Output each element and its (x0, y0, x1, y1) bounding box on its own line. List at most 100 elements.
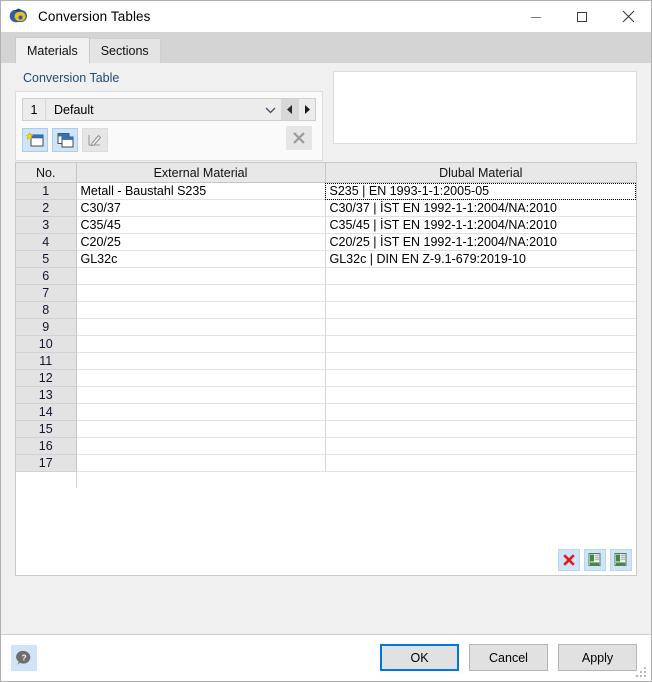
external-material-cell[interactable] (76, 352, 326, 370)
dlubal-material-cell[interactable]: C30/37 | İST EN 1992-1-1:2004/NA:2010 (325, 199, 636, 217)
row-number-cell[interactable]: 5 (16, 250, 77, 268)
table-row[interactable]: 7 (16, 284, 636, 302)
table-row[interactable]: 17 (16, 454, 636, 472)
column-header-no[interactable]: No. (16, 163, 77, 183)
external-material-cell[interactable]: GL32c (76, 250, 326, 268)
row-number-cell[interactable]: 7 (16, 284, 77, 302)
external-material-cell[interactable]: C20/25 (76, 233, 326, 251)
dlubal-material-cell[interactable] (325, 267, 636, 285)
dlubal-material-cell[interactable] (325, 437, 636, 455)
new-table-button[interactable] (22, 128, 48, 152)
export-excel-button[interactable] (610, 549, 632, 571)
row-number-cell[interactable]: 4 (16, 233, 77, 251)
table-row[interactable]: 8 (16, 301, 636, 319)
dlubal-material-cell[interactable] (325, 454, 636, 472)
table-row[interactable]: 15 (16, 420, 636, 438)
table-row[interactable]: 10 (16, 335, 636, 353)
close-button[interactable] (605, 1, 651, 32)
row-number-cell[interactable]: 16 (16, 437, 77, 455)
external-material-cell[interactable]: C30/37 (76, 199, 326, 217)
row-number-cell[interactable]: 15 (16, 420, 77, 438)
row-number-cell[interactable]: 17 (16, 454, 77, 472)
table-row[interactable]: 2 C30/37 C30/37 | İST EN 1992-1-1:2004/NA:… (16, 199, 636, 217)
row-number-cell[interactable]: 8 (16, 301, 77, 319)
row-number-cell[interactable]: 12 (16, 369, 77, 387)
dlubal-material-cell[interactable]: GL32c | DIN EN Z-9.1-679:2019-10 (325, 250, 636, 268)
table-row[interactable]: 6 (16, 267, 636, 285)
row-number-cell[interactable]: 6 (16, 267, 77, 285)
dlubal-material-cell[interactable] (325, 301, 636, 319)
row-number-cell[interactable]: 2 (16, 199, 77, 217)
grid-toolbar (558, 549, 632, 571)
dlubal-material-cell[interactable] (325, 352, 636, 370)
chevron-down-icon[interactable] (259, 99, 281, 120)
row-number-cell[interactable]: 10 (16, 335, 77, 353)
external-material-cell[interactable] (76, 386, 326, 404)
dlubal-material-cell[interactable] (325, 420, 636, 438)
previous-table-button[interactable] (281, 99, 298, 120)
table-row[interactable]: 12 (16, 369, 636, 387)
table-row[interactable]: 14 (16, 403, 636, 421)
conversion-table-group: Conversion Table 1 Default (15, 71, 323, 161)
apply-button[interactable]: Apply (558, 644, 637, 671)
external-material-cell[interactable] (76, 437, 326, 455)
help-button[interactable]: ? (11, 645, 37, 671)
table-row[interactable]: 5 GL32c GL32c | DIN EN Z-9.1-679:2019-10 (16, 250, 636, 268)
dlubal-material-cell[interactable]: S235 | EN 1993-1-1:2005-05 (325, 182, 636, 200)
table-row[interactable]: 4 C20/25 C20/25 | İST EN 1992-1-1:2004/NA:… (16, 233, 636, 251)
external-material-cell[interactable] (76, 454, 326, 472)
table-row[interactable]: 3 C35/45 C35/45 | İST EN 1992-1-1:2004/NA:… (16, 216, 636, 234)
copy-table-button[interactable] (52, 128, 78, 152)
delete-row-button[interactable] (558, 549, 580, 571)
materials-grid: No. External Material Dlubal Material 1M… (16, 163, 636, 488)
window-controls (513, 1, 651, 32)
external-material-cell[interactable]: Metall - Baustahl S235 (76, 182, 326, 200)
maximize-button[interactable] (559, 1, 605, 32)
column-header-dlubal-material[interactable]: Dlubal Material (325, 163, 636, 183)
external-material-cell[interactable] (76, 301, 326, 319)
row-number-cell[interactable]: 3 (16, 216, 77, 234)
row-number-cell[interactable]: 14 (16, 403, 77, 421)
row-number-cell[interactable]: 1 (16, 182, 77, 200)
conversion-table-toolbar (22, 126, 316, 154)
ok-button[interactable]: OK (380, 644, 459, 671)
tab-sections[interactable]: Sections (88, 38, 161, 63)
row-number-cell[interactable]: 11 (16, 352, 77, 370)
table-header-row: No. External Material Dlubal Material (16, 163, 636, 183)
dlubal-material-cell[interactable] (325, 386, 636, 404)
conversion-table-combobox[interactable]: 1 Default (22, 98, 316, 121)
column-header-external-material[interactable]: External Material (76, 163, 326, 183)
external-material-cell[interactable] (76, 335, 326, 353)
table-row[interactable]: 9 (16, 318, 636, 336)
dlubal-material-cell[interactable]: C35/45 | İST EN 1992-1-1:2004/NA:2010 (325, 216, 636, 234)
cancel-button[interactable]: Cancel (469, 644, 548, 671)
external-material-cell[interactable]: C35/45 (76, 216, 326, 234)
resize-grip[interactable] (636, 667, 648, 679)
row-number-cell[interactable]: 13 (16, 386, 77, 404)
external-material-cell[interactable] (76, 369, 326, 387)
table-row[interactable]: 1 Metall - Baustahl S235 S235 | EN 1993-1-… (16, 182, 636, 200)
minimize-button[interactable] (513, 1, 559, 32)
next-table-button[interactable] (298, 99, 315, 120)
external-material-cell[interactable] (76, 318, 326, 336)
table-row[interactable]: 11 (16, 352, 636, 370)
tab-materials[interactable]: Materials (15, 37, 90, 63)
dialog-footer: ? OK Cancel Apply (1, 634, 651, 681)
materials-table[interactable]: No. External Material Dlubal Material 1M… (15, 162, 637, 576)
dlubal-material-cell[interactable] (325, 318, 636, 336)
external-material-cell[interactable] (76, 267, 326, 285)
import-excel-button[interactable] (584, 549, 606, 571)
external-material-cell[interactable] (76, 403, 326, 421)
table-row[interactable]: 16 (16, 437, 636, 455)
conversion-table-selected-value[interactable]: Default (46, 99, 259, 120)
dlubal-material-cell[interactable] (325, 335, 636, 353)
table-row[interactable]: 13 (16, 386, 636, 404)
dlubal-material-cell[interactable] (325, 403, 636, 421)
dlubal-material-cell[interactable] (325, 369, 636, 387)
external-material-cell[interactable] (76, 420, 326, 438)
dlubal-material-cell[interactable] (325, 284, 636, 302)
row-number-cell[interactable]: 9 (16, 318, 77, 336)
conversion-table-number: 1 (23, 99, 46, 120)
dlubal-material-cell[interactable]: C20/25 | İST EN 1992-1-1:2004/NA:2010 (325, 233, 636, 251)
external-material-cell[interactable] (76, 284, 326, 302)
